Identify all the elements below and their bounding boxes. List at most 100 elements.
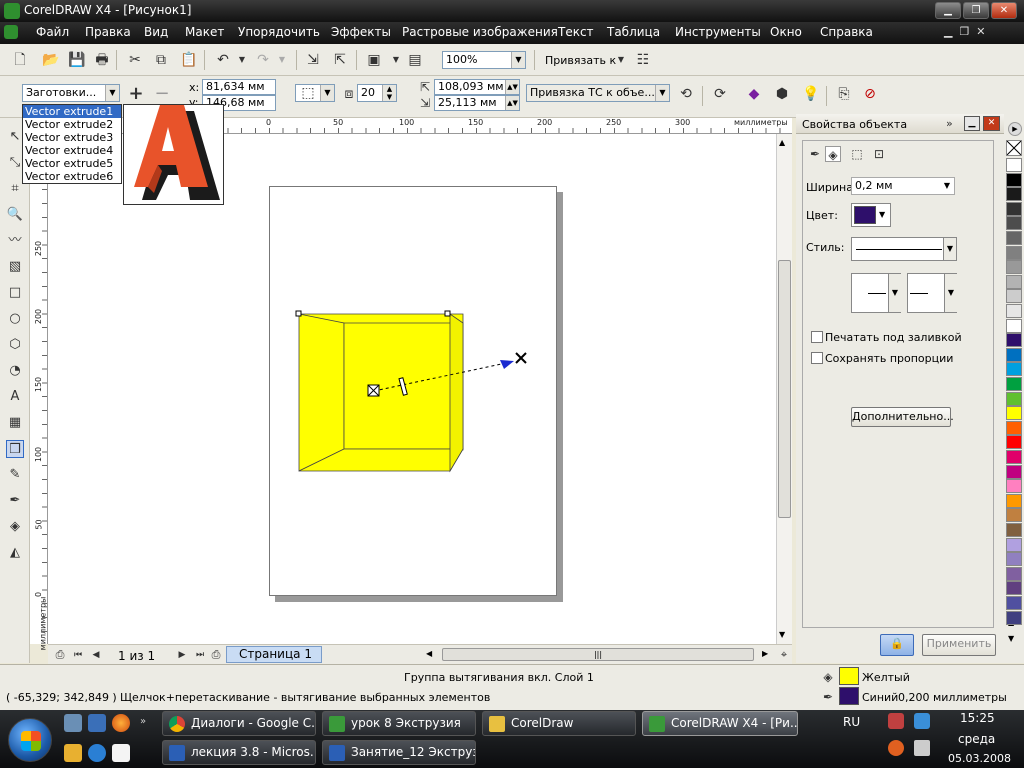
zoom-combo[interactable]: 100% ▼ <box>442 51 526 69</box>
spinner-icon[interactable]: ▲▼ <box>505 80 519 94</box>
preset-item[interactable]: Vector extrude1 <box>23 105 121 118</box>
extrusion-type-combo[interactable]: ⬚ ▼ <box>295 84 335 102</box>
chevron-down-icon[interactable]: ▼ <box>655 85 669 101</box>
import-icon[interactable]: ⇲ <box>305 52 321 68</box>
volume-icon[interactable] <box>914 740 930 756</box>
palette-swatch[interactable] <box>1006 537 1022 552</box>
previous-page-icon[interactable]: ◀ <box>88 647 104 663</box>
end-arrow-combo[interactable]: ▼ <box>907 273 957 313</box>
palette-swatch[interactable] <box>1006 216 1022 231</box>
export-icon[interactable]: ⇱ <box>332 52 348 68</box>
minimize-button[interactable]: ▁ <box>935 2 961 19</box>
smart-fill-tool-icon[interactable]: ▧ <box>6 258 24 276</box>
internet-tab-icon[interactable]: ⊡ <box>871 146 887 162</box>
depth-spinner[interactable]: ▲ ▼ <box>382 85 396 101</box>
copy-icon[interactable]: ⧉ <box>153 52 169 68</box>
extruded-cube[interactable] <box>48 134 776 644</box>
palette-swatch[interactable] <box>1006 289 1022 304</box>
taskbar-item[interactable]: лекция 3.8 - Micros... <box>162 740 316 765</box>
add-preset-icon[interactable]: + <box>128 85 144 103</box>
clock-time[interactable]: 15:25 <box>960 711 995 725</box>
undo-dropdown-icon[interactable]: ▼ <box>234 52 250 68</box>
chevron-down-icon[interactable]: ▼ <box>888 274 901 312</box>
selection-handle[interactable] <box>295 310 302 317</box>
menu-file[interactable]: Файл <box>36 25 69 39</box>
docker-title-bar[interactable]: Свойства объекта » ▁ ✕ <box>796 114 1004 134</box>
start-button[interactable] <box>8 718 52 762</box>
preset-item[interactable]: Vector extrude2 <box>23 118 121 131</box>
docker-collapse-icon[interactable]: » <box>946 117 953 130</box>
palette-swatch[interactable] <box>1006 304 1022 318</box>
general-tab-icon[interactable]: ⬚ <box>849 146 865 162</box>
palette-swatch[interactable] <box>1006 377 1022 391</box>
chevron-down-icon[interactable]: ▼ <box>944 274 957 312</box>
no-color-swatch[interactable] <box>1006 140 1022 156</box>
preset-item[interactable]: Vector extrude4 <box>23 144 121 157</box>
docker-close-button[interactable]: ✕ <box>983 116 1000 131</box>
extrude-arrow[interactable] <box>500 360 514 369</box>
palette-swatch[interactable] <box>1006 245 1022 260</box>
taskbar-item[interactable]: Занятие_12 Экструз... <box>322 740 476 765</box>
rotation-icon[interactable]: ⟲ <box>678 86 694 102</box>
internet-explorer-icon[interactable] <box>88 744 106 762</box>
menu-layout[interactable]: Макет <box>185 25 224 39</box>
lighting-icon[interactable]: 💡 <box>802 86 819 102</box>
more-options-button[interactable]: Дополнительно... <box>851 407 954 427</box>
palette-swatch[interactable] <box>1006 523 1022 537</box>
palette-swatch[interactable] <box>1006 362 1022 377</box>
palette-swatch[interactable] <box>1006 391 1022 406</box>
quick-launch-expand-icon[interactable]: » <box>140 716 146 727</box>
scroll-down-icon[interactable]: ▼ <box>779 630 785 639</box>
vanishing-point-x-field[interactable]: 108,093 мм ▲▼ <box>434 79 520 95</box>
interactive-fill-tool-icon[interactable]: ◭ <box>6 544 24 562</box>
presets-combo[interactable]: Заготовки... ▼ <box>22 84 120 102</box>
add-page-after-icon[interactable]: ⎙ <box>208 647 224 663</box>
cube-right-face[interactable] <box>449 313 464 473</box>
outline-pen-tab-icon[interactable]: ✒ <box>807 146 823 162</box>
navigator-icon[interactable]: ⌖ <box>776 647 792 663</box>
palette-scroll-icon[interactable]: ▶ <box>1008 122 1022 136</box>
docker-minimize-button[interactable]: ▁ <box>964 116 980 131</box>
eyedropper-tool-icon[interactable]: ✎ <box>6 466 24 484</box>
zoom-tool-icon[interactable]: 🔍 <box>6 206 24 224</box>
add-page-before-icon[interactable]: ⎙ <box>52 647 68 663</box>
rectangle-tool-icon[interactable]: □ <box>6 284 24 302</box>
palette-swatch[interactable] <box>1006 406 1022 421</box>
palette-swatch[interactable] <box>1006 172 1022 187</box>
width-combo[interactable]: 0,2 мм ▼ <box>851 177 955 195</box>
palette-swatch[interactable] <box>1006 201 1022 216</box>
menu-edit[interactable]: Правка <box>85 25 131 39</box>
print-behind-fill-checkbox[interactable] <box>811 331 823 343</box>
palette-scroll-down-icon[interactable]: ▼ <box>1008 634 1014 643</box>
horizontal-scroll-thumb[interactable]: ||| <box>442 648 754 661</box>
snap-to-label[interactable]: Привязать к <box>545 54 616 67</box>
tab-page-1[interactable]: Страница 1 <box>226 646 322 663</box>
snap-dropdown-icon[interactable]: ▼ <box>613 52 629 68</box>
notepad-icon[interactable] <box>112 744 130 762</box>
first-page-icon[interactable]: ⏮ <box>70 647 86 663</box>
preset-item[interactable]: Vector extrude6 <box>23 170 121 183</box>
spinner-icon[interactable]: ▲▼ <box>505 96 519 110</box>
maximize-button[interactable]: ❐ <box>963 2 989 19</box>
menu-help[interactable]: Справка <box>820 25 873 39</box>
palette-swatch[interactable] <box>1006 464 1022 479</box>
palette-swatch[interactable] <box>1006 610 1022 625</box>
palette-swatch[interactable] <box>1006 552 1022 567</box>
palette-swatch[interactable] <box>1006 333 1022 348</box>
fill-color-swatch[interactable] <box>839 667 859 685</box>
polygon-tool-icon[interactable]: ⬡ <box>6 336 24 354</box>
redo-icon[interactable]: ↷ <box>255 52 271 68</box>
palette-swatch[interactable] <box>1006 318 1022 333</box>
document-window-controls[interactable]: ▁ ❐ ✕ <box>944 25 1014 41</box>
launcher-dropdown-icon[interactable]: ▼ <box>388 52 404 68</box>
title-bar[interactable]: CorelDRAW X4 - [Рисунок1] ▁ ❐ ✕ <box>0 0 1024 22</box>
firefox-icon[interactable] <box>112 714 130 732</box>
vertical-scrollbar[interactable]: ▲ ▼ <box>776 134 792 644</box>
last-page-icon[interactable]: ⏭ <box>192 647 208 663</box>
interactive-extrude-tool-icon[interactable]: ❒ <box>6 440 24 458</box>
network-icon[interactable] <box>914 713 930 729</box>
palette-swatch[interactable] <box>1006 347 1022 362</box>
options-icon[interactable]: ☷ <box>635 52 651 68</box>
lock-button[interactable]: 🔒 <box>880 634 914 656</box>
new-icon[interactable]: 🗋 <box>12 52 28 68</box>
